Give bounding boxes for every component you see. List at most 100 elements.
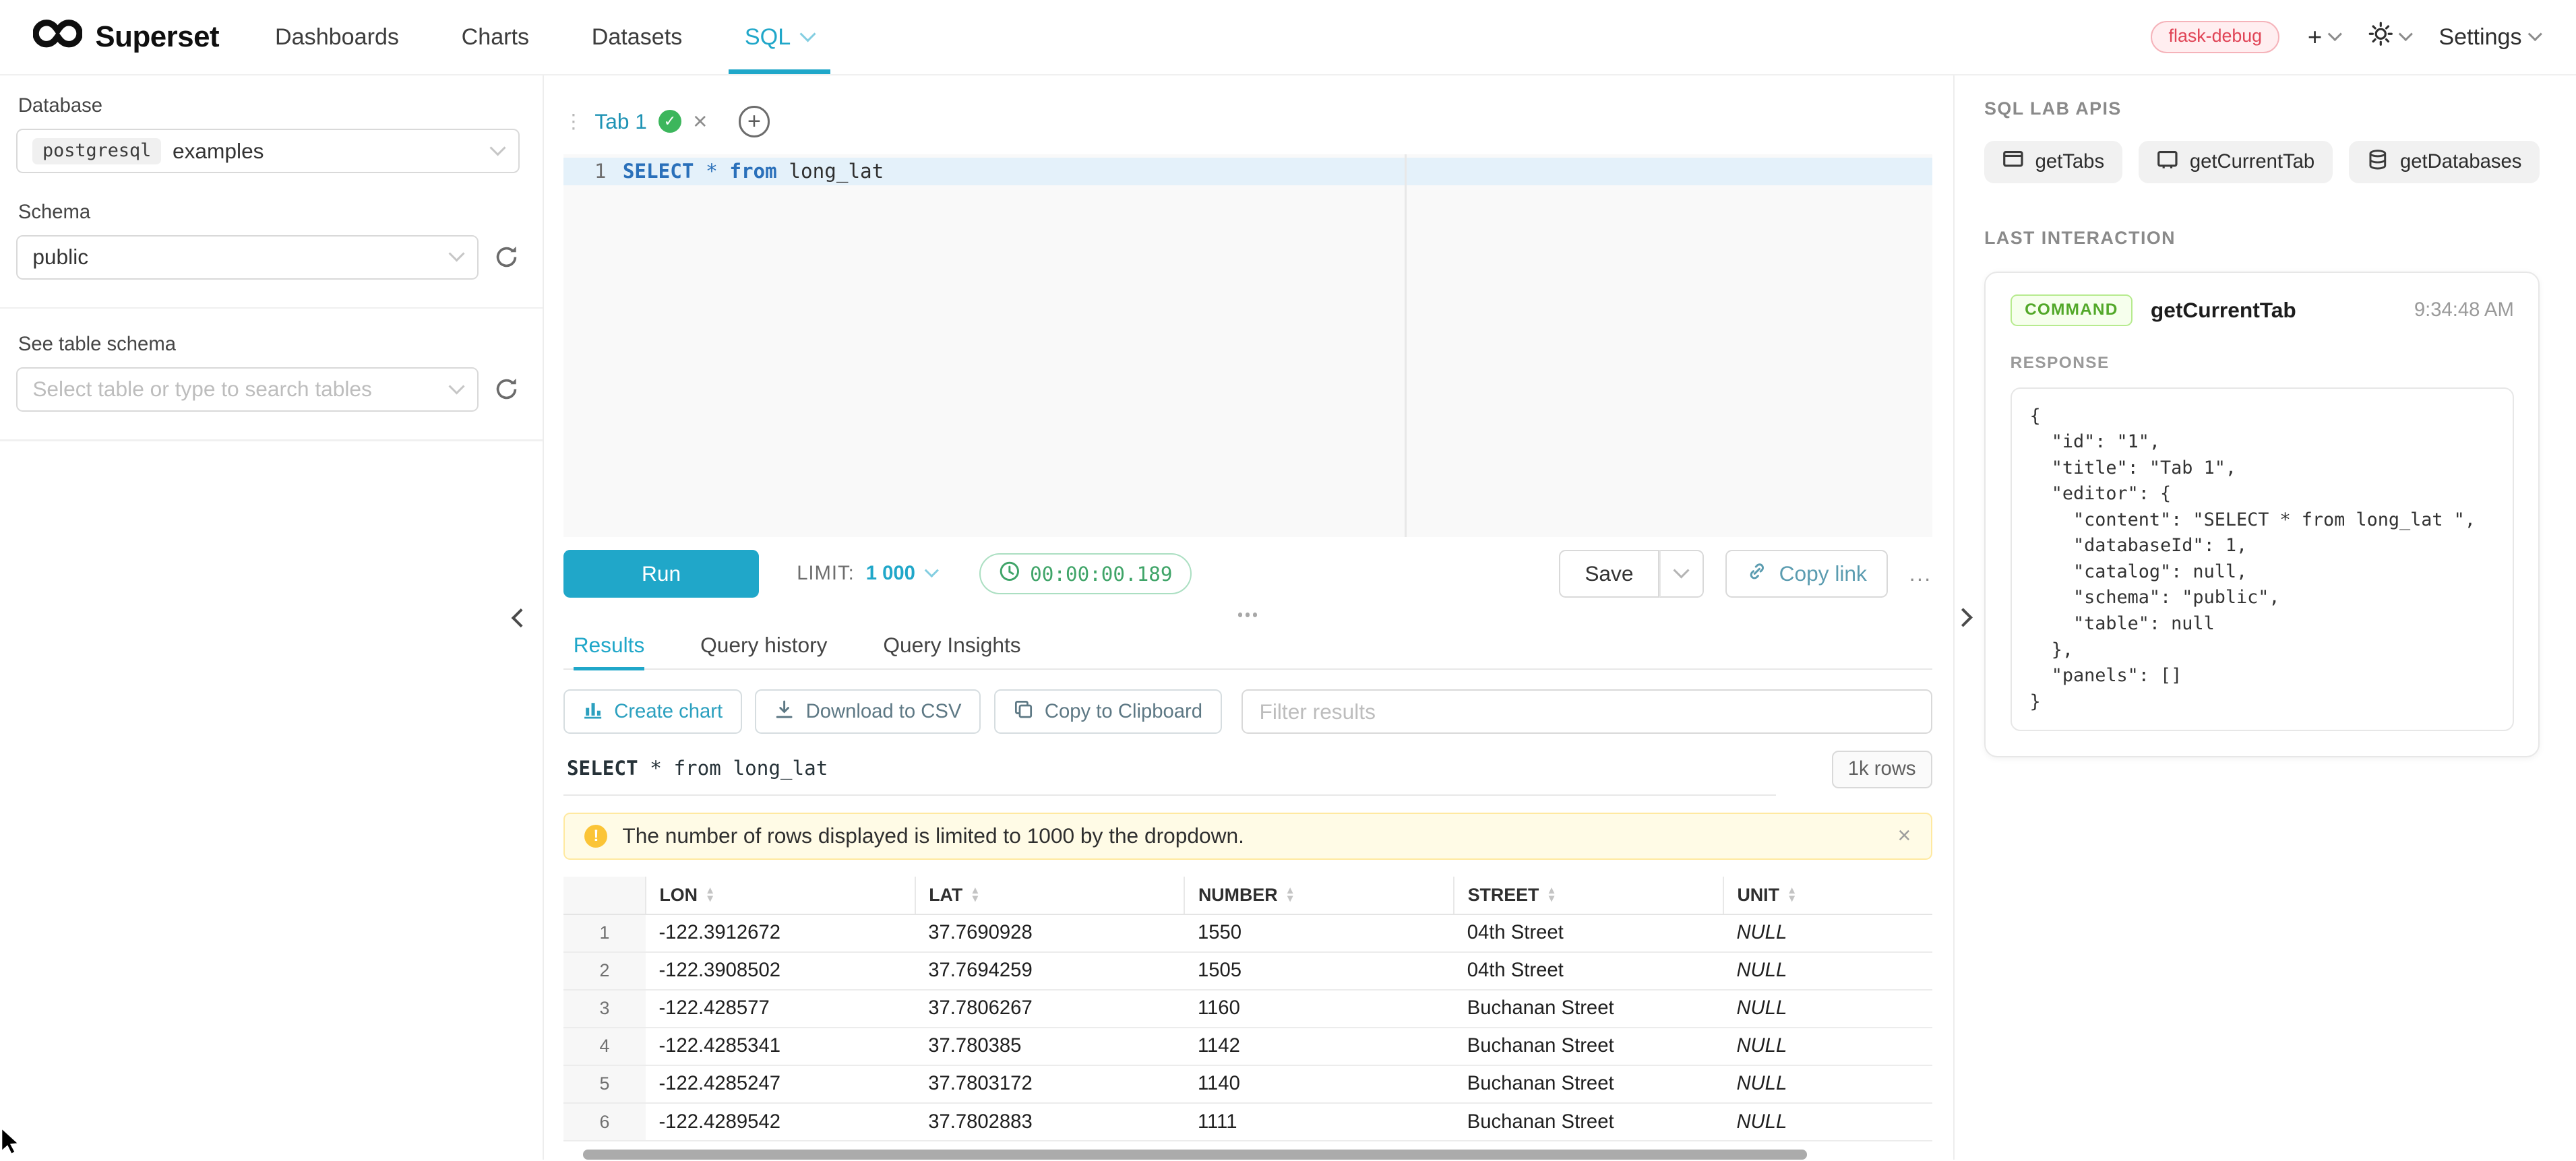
chevron-down-icon [2399,27,2413,41]
new-tab-button[interactable]: + [739,106,770,137]
new-item-button[interactable]: + [2308,23,2340,51]
get-tabs-button[interactable]: getTabs [1984,141,2122,183]
get-databases-button[interactable]: getDatabases [2349,141,2540,183]
sort-icon[interactable]: ▴▾ [1549,887,1554,903]
editor-tab-title: Tab 1 [594,109,646,134]
sort-icon[interactable]: ▴▾ [1789,887,1795,903]
sort-icon[interactable]: ▴▾ [973,887,978,903]
command-timestamp: 9:34:48 AM [2414,299,2514,321]
cell-lat: 37.7806267 [915,990,1185,1028]
chart-icon [583,699,603,724]
filter-results-input[interactable] [1241,689,1932,734]
tab-query-insights[interactable]: Query Insights [883,622,1020,668]
link-icon [1746,561,1768,588]
nav-item-dashboards[interactable]: Dashboards [275,0,399,74]
database-select[interactable]: postgresql examples [16,129,519,173]
column-header-lat[interactable]: LAT▴▾ [915,877,1185,914]
chevron-down-icon [448,378,464,394]
run-toolbar: Run LIMIT: 1 000 00:00:00.189 Save [563,550,1932,598]
pane-resize-handle[interactable] [563,608,1932,623]
sqllab-left-sidebar: Database postgresql examples Schema publ… [0,75,544,1160]
results-tabbar: Results Query history Query Insights [563,622,1932,670]
results-table-body: 1-122.391267237.7690928155004th StreetNU… [563,914,1932,1141]
editor-tab[interactable]: ⋮ Tab 1 ✓ × [563,109,707,134]
column-header-lon[interactable]: LON▴▾ [646,877,915,914]
response-json: { "id": "1", "title": "Tab 1", "editor":… [2029,404,2494,715]
column-header-number[interactable]: NUMBER▴▾ [1184,877,1454,914]
table-schema-label: See table schema [18,334,520,356]
drag-handle-icon[interactable]: ⋮ [563,110,583,133]
sort-icon[interactable]: ▴▾ [1287,887,1293,903]
cell-number: 1111 [1184,1103,1454,1141]
brand[interactable]: Superset [33,18,219,56]
download-csv-button[interactable]: Download to CSV [755,689,981,734]
table-row: 4-122.428534137.7803851142Buchanan Stree… [563,1028,1932,1065]
nav-item-datasets[interactable]: Datasets [592,0,683,74]
chevron-down-icon [489,139,505,156]
limit-dropdown[interactable]: LIMIT: 1 000 [797,563,936,585]
cell-lat: 37.7690928 [915,914,1185,952]
collapse-sidebar-button[interactable] [514,611,528,625]
collapse-panel-button[interactable] [1957,611,1970,625]
sql-code-line: SELECT * from long_lat [623,158,884,185]
cell-street: Buchanan Street [1454,1103,1723,1141]
column-header-street[interactable]: STREET▴▾ [1454,877,1723,914]
sql-lab-api-panel: SQL LAB APIS getTabs getCurrentTab getDa… [1953,75,2576,1160]
more-options-button[interactable]: ... [1909,561,1932,586]
table-row: 2-122.390850237.7694259150504th StreetNU… [563,952,1932,990]
sort-icon[interactable]: ▴▾ [708,887,713,903]
database-engine-tag: postgresql [32,138,161,164]
settings-menu[interactable]: Settings [2439,24,2540,51]
get-current-tab-button[interactable]: getCurrentTab [2139,141,2333,183]
close-warning-icon[interactable]: × [1897,823,1911,849]
column-header-unit[interactable]: UNIT▴▾ [1723,877,1932,914]
navbar-right: flask-debug + Settings [2151,21,2540,53]
row-number: 4 [563,1028,646,1065]
schema-value: public [32,245,88,270]
tab-query-history[interactable]: Query history [700,622,827,668]
cell-number: 1142 [1184,1028,1454,1065]
cell-unit: NULL [1723,990,1932,1028]
top-navbar: Superset Dashboards Charts Datasets SQL … [0,0,2576,75]
schema-select[interactable]: public [16,235,478,280]
theme-toggle-button[interactable] [2368,22,2411,53]
download-icon [774,699,794,724]
brand-name: Superset [95,20,219,54]
nav-item-sql[interactable]: SQL [745,0,814,74]
environment-badge: flask-debug [2151,21,2279,53]
api-panel-title: SQL LAB APIS [1984,98,2540,119]
copy-clipboard-button[interactable]: Copy to Clipboard [994,689,1222,734]
create-chart-button[interactable]: Create chart [563,689,742,734]
database-label: Database [18,95,520,117]
table-header-row: LON▴▾ LAT▴▾ NUMBER▴▾ STREET▴▾ UNIT▴▾ [563,877,1932,914]
save-button[interactable]: Save [1559,550,1659,598]
table-select[interactable]: Select table or type to search tables [16,367,478,412]
command-badge: COMMAND [2011,294,2133,326]
copy-link-button[interactable]: Copy link [1725,550,1889,598]
table-row: 3-122.42857737.78062671160Buchanan Stree… [563,990,1932,1028]
editor-active-line: 1 SELECT * from long_lat [563,158,1932,185]
cell-lat: 37.7694259 [915,952,1185,990]
main-nav: Dashboards Charts Datasets SQL [275,0,814,74]
tab-results[interactable]: Results [574,622,645,668]
response-code-block: { "id": "1", "title": "Tab 1", "editor":… [2011,387,2514,731]
editor-tabbar: ⋮ Tab 1 ✓ × + [563,97,1932,146]
clock-icon [999,561,1020,587]
response-label: RESPONSE [2011,354,2514,373]
cell-street: 04th Street [1454,952,1723,990]
cell-unit: NULL [1723,1028,1932,1065]
sqllab-main: ⋮ Tab 1 ✓ × + 1 SELECT * from long_lat R… [544,75,1953,1160]
refresh-schema-icon[interactable] [493,244,520,270]
chevron-down-icon [925,563,939,577]
run-button[interactable]: Run [563,550,759,598]
row-number: 6 [563,1103,646,1141]
refresh-tables-icon[interactable] [493,376,520,402]
scrollbar-thumb[interactable] [583,1150,1807,1160]
sql-editor[interactable]: 1 SELECT * from long_lat [563,154,1932,537]
chevron-down-icon [2328,27,2342,41]
row-number: 2 [563,952,646,990]
table-row: 6-122.428954237.78028831111Buchanan Stre… [563,1103,1932,1141]
save-options-button[interactable] [1659,550,1704,598]
close-tab-icon[interactable]: × [693,109,707,134]
nav-item-charts[interactable]: Charts [462,0,529,74]
